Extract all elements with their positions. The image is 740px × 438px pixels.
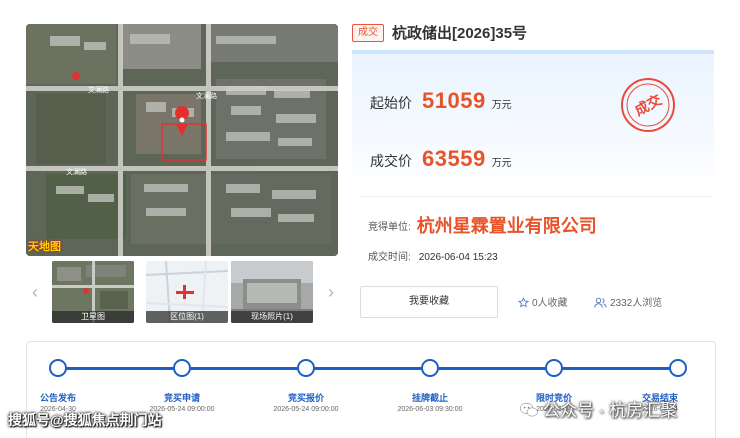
sold-stamp: 成交 bbox=[620, 77, 676, 133]
star-icon bbox=[517, 297, 530, 308]
timeline-node bbox=[49, 359, 67, 377]
deal-time-row: 成交时间: 2026-06-04 15:23 bbox=[368, 248, 498, 263]
start-price-unit: 万元 bbox=[491, 100, 512, 111]
timeline-node bbox=[545, 359, 563, 377]
deal-price-label: 成交价 bbox=[370, 153, 412, 169]
wechat-icon bbox=[519, 402, 538, 417]
thumbnail-site-photo[interactable]: 现场照片(1) bbox=[231, 261, 313, 323]
source-watermark: 搜狐号@搜狐焦点荆门站 bbox=[8, 412, 162, 428]
timeline-step-date: 2026-06-03 09:30:00 bbox=[397, 406, 463, 413]
map-label-2: 文澜路 bbox=[196, 91, 217, 100]
thumbnail-caption: 卫星图 bbox=[52, 311, 134, 323]
thumbnail-strip: ‹ 卫星图 区位图(1) 现场照片(1) › bbox=[26, 259, 338, 325]
map-brand-logo: 天地图 bbox=[28, 241, 61, 253]
start-price-value: 51059 bbox=[422, 88, 486, 113]
deal-time-label: 成交时间: bbox=[368, 252, 411, 263]
views-count: 2332人浏览 bbox=[610, 298, 663, 309]
timeline-step-label: 公告发布 bbox=[39, 393, 76, 403]
land-deal-page: 文澜路 文澜路 文澜路 天地图 ‹ 卫星图 区位图(1) 现场照片(1) › 成… bbox=[0, 0, 740, 438]
satellite-photo[interactable]: 文澜路 文澜路 文澜路 天地图 bbox=[26, 24, 338, 256]
thumbnail-caption: 现场照片(1) bbox=[231, 311, 313, 323]
map-label-3: 文澜路 bbox=[66, 167, 87, 176]
deal-price-unit: 万元 bbox=[491, 158, 512, 169]
start-price-label: 起始价 bbox=[370, 95, 412, 111]
thumbnail-satellite[interactable]: 卫星图 bbox=[52, 261, 134, 323]
add-favorite-button[interactable]: 我要收藏 bbox=[360, 286, 498, 318]
deal-time-value: 2026-06-04 15:23 bbox=[418, 252, 498, 263]
winner-row: 竞得单位: 杭州星霖置业有限公司 bbox=[368, 212, 597, 238]
favorites-stat: 0人收藏 bbox=[517, 294, 568, 309]
start-price-row: 起始价 51059 万元 bbox=[370, 88, 512, 114]
satellite-image: 文澜路 文澜路 文澜路 bbox=[26, 24, 338, 256]
winner-name: 杭州星霖置业有限公司 bbox=[416, 216, 597, 236]
deal-price-value: 63559 bbox=[422, 146, 486, 171]
winner-label: 竞得单位: bbox=[368, 222, 411, 233]
timeline-step-label: 竞买申请 bbox=[163, 393, 200, 403]
thumbnail-location[interactable]: 区位图(1) bbox=[146, 261, 228, 323]
timeline-node bbox=[297, 359, 315, 377]
timeline-node bbox=[173, 359, 191, 377]
wechat-watermark: 公众号 · 杭房汇聚 bbox=[519, 396, 677, 421]
timeline-track bbox=[57, 367, 679, 370]
chevron-left-icon[interactable]: ‹ bbox=[28, 279, 42, 305]
map-label-1: 文澜路 bbox=[88, 85, 109, 94]
timeline-step-date: 2026-05-24 09:00:00 bbox=[273, 406, 339, 413]
favorites-count: 0人收藏 bbox=[532, 298, 568, 309]
views-stat: 2332人浏览 bbox=[594, 294, 662, 309]
timeline-step-label: 竞买报价 bbox=[287, 393, 324, 403]
chevron-right-icon[interactable]: › bbox=[324, 279, 338, 305]
thumbnail-caption: 区位图(1) bbox=[146, 311, 228, 323]
status-badge: 成交 bbox=[352, 24, 384, 42]
divider bbox=[360, 196, 712, 197]
timeline-node bbox=[421, 359, 439, 377]
page-title: 杭政储出[2026]35号 bbox=[392, 25, 528, 42]
deal-price-row: 成交价 63559 万元 bbox=[370, 146, 512, 172]
timeline-step-label: 挂牌截止 bbox=[411, 393, 448, 403]
timeline-node bbox=[669, 359, 687, 377]
wechat-watermark-text: 公众号 · 杭房汇聚 bbox=[543, 401, 678, 420]
users-icon bbox=[594, 297, 607, 308]
